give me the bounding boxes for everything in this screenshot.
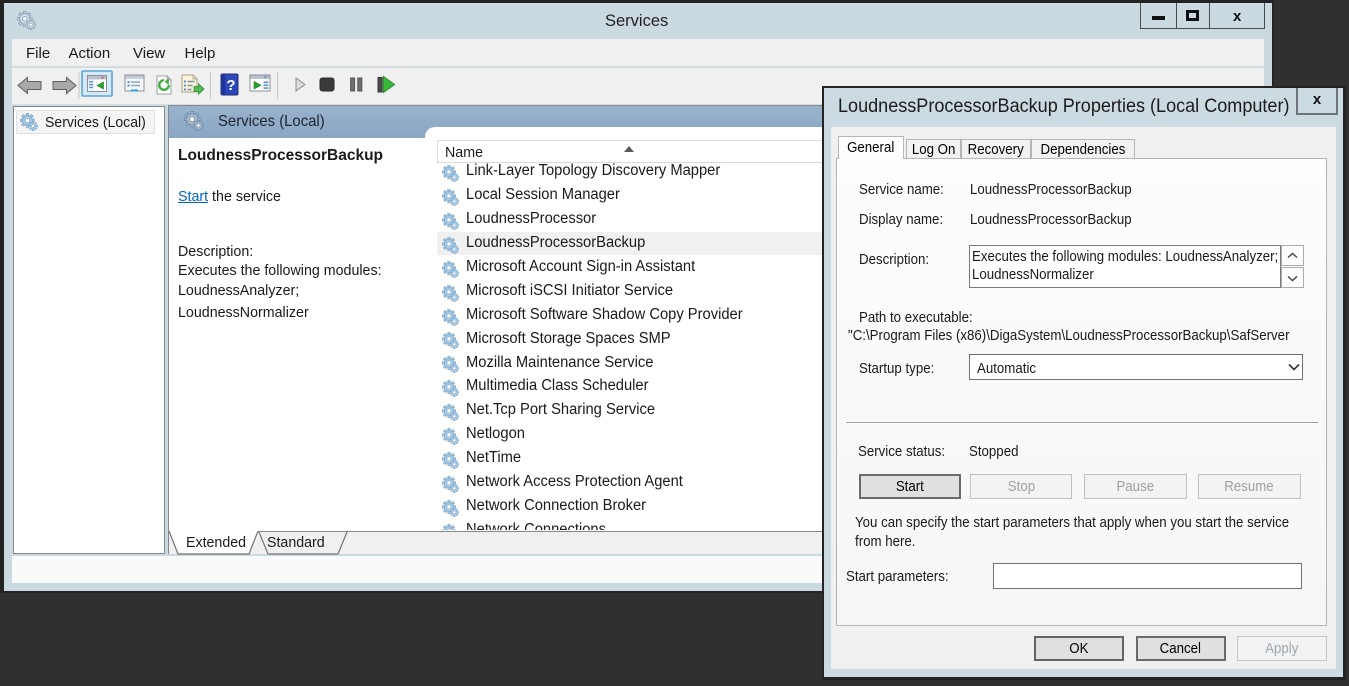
svg-text:?: ? xyxy=(226,77,235,94)
